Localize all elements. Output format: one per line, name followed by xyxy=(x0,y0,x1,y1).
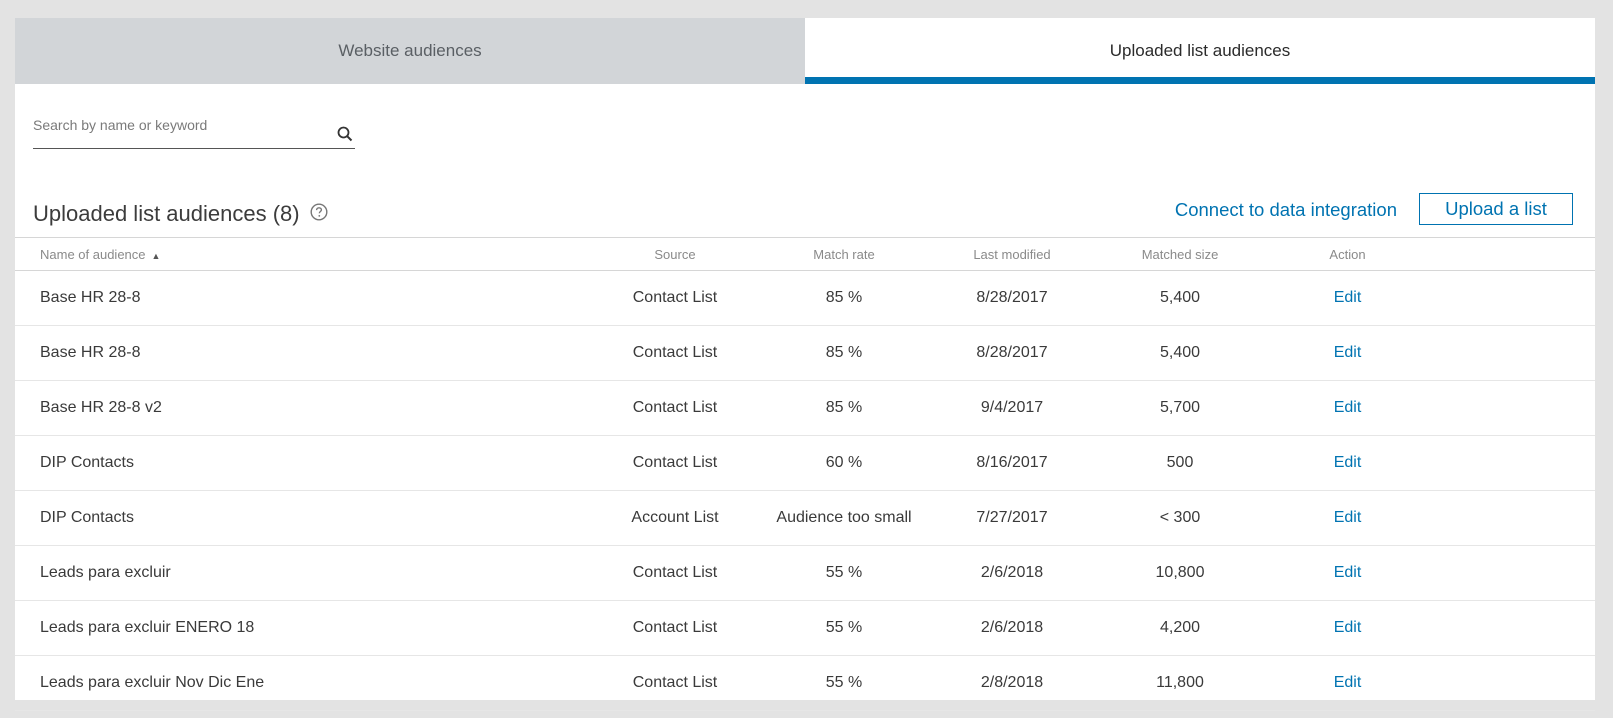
audience-source: Contact List xyxy=(600,325,750,381)
audience-match-rate: 60 % xyxy=(750,435,938,491)
search-icon[interactable] xyxy=(337,126,353,147)
audience-matched-size: 4,200 xyxy=(1086,600,1274,656)
audience-match-rate: 55 % xyxy=(750,600,938,656)
edit-link[interactable]: Edit xyxy=(1274,325,1421,381)
audience-last-modified: 8/28/2017 xyxy=(938,325,1086,381)
audience-matched-size: 5,400 xyxy=(1086,325,1274,381)
edit-link[interactable]: Edit xyxy=(1274,435,1421,491)
audience-name: DIP Contacts xyxy=(15,435,600,491)
column-header-matched-size[interactable]: Matched size xyxy=(1086,237,1274,271)
audience-last-modified: 7/27/2017 xyxy=(938,490,1086,546)
audience-source: Contact List xyxy=(600,600,750,656)
audience-source: Account List xyxy=(600,490,750,546)
audience-last-modified: 8/28/2017 xyxy=(938,270,1086,326)
audience-matched-size: < 300 xyxy=(1086,490,1274,546)
audience-name: Leads para excluir ENERO 18 xyxy=(15,600,600,656)
audience-matched-size: 500 xyxy=(1086,435,1274,491)
audience-matched-size: 11,800 xyxy=(1086,655,1274,711)
audience-match-rate: 85 % xyxy=(750,270,938,326)
audience-name: Base HR 28-8 v2 xyxy=(15,380,600,436)
edit-link[interactable]: Edit xyxy=(1274,600,1421,656)
audience-name: Base HR 28-8 xyxy=(15,325,600,381)
edit-link[interactable]: Edit xyxy=(1274,655,1421,711)
table-row: Leads para excluir ENERO 18 Contact List… xyxy=(15,600,1595,656)
audience-last-modified: 2/6/2018 xyxy=(938,545,1086,601)
audiences-panel: Website audiences Uploaded list audience… xyxy=(15,18,1595,711)
connect-data-integration-link[interactable]: Connect to data integration xyxy=(1175,199,1397,221)
column-spacer xyxy=(1421,237,1595,271)
page-title: Uploaded list audiences (8) xyxy=(33,201,300,226)
row-spacer xyxy=(1421,655,1595,711)
edit-link[interactable]: Edit xyxy=(1274,545,1421,601)
audience-source: Contact List xyxy=(600,270,750,326)
section-heading: Uploaded list audiences (8) xyxy=(33,201,328,227)
tab-bar: Website audiences Uploaded list audience… xyxy=(15,18,1595,84)
audience-last-modified: 9/4/2017 xyxy=(938,380,1086,436)
audience-name: Leads para excluir xyxy=(15,545,600,601)
row-spacer xyxy=(1421,545,1595,601)
column-header-last-modified[interactable]: Last modified xyxy=(938,237,1086,271)
audience-last-modified: 2/6/2018 xyxy=(938,600,1086,656)
column-header-name[interactable]: Name of audience ▲ xyxy=(15,237,600,271)
row-spacer xyxy=(1421,325,1595,381)
audience-source: Contact List xyxy=(600,380,750,436)
edit-link[interactable]: Edit xyxy=(1274,270,1421,326)
audience-match-rate: 85 % xyxy=(750,380,938,436)
question-circle-icon[interactable] xyxy=(310,201,328,227)
audiences-table: Name of audience ▲ Source Match rate Last… xyxy=(15,237,1595,711)
audience-matched-size: 10,800 xyxy=(1086,545,1274,601)
table-row: Base HR 28-8 v2 Contact List 85 % 9/4/20… xyxy=(15,380,1595,436)
sort-ascending-icon: ▲ xyxy=(151,250,161,261)
table-header-row: Name of audience ▲ Source Match rate Last… xyxy=(15,237,1595,271)
audience-matched-size: 5,700 xyxy=(1086,380,1274,436)
row-spacer xyxy=(1421,490,1595,546)
audience-name: DIP Contacts xyxy=(15,490,600,546)
table-row: DIP Contacts Contact List 60 % 8/16/2017… xyxy=(15,435,1595,491)
audience-matched-size: 5,400 xyxy=(1086,270,1274,326)
edit-link[interactable]: Edit xyxy=(1274,490,1421,546)
table-row: Leads para excluir Nov Dic Ene Contact L… xyxy=(15,655,1595,711)
table-row: Base HR 28-8 Contact List 85 % 8/28/2017… xyxy=(15,325,1595,381)
column-header-match-rate[interactable]: Match rate xyxy=(750,237,938,271)
audience-last-modified: 2/8/2018 xyxy=(938,655,1086,711)
column-header-action: Action xyxy=(1274,237,1421,271)
row-spacer xyxy=(1421,600,1595,656)
audience-match-rate: Audience too small xyxy=(750,490,938,546)
search-field xyxy=(33,112,355,149)
table-row: Base HR 28-8 Contact List 85 % 8/28/2017… xyxy=(15,270,1595,326)
upload-list-button[interactable]: Upload a list xyxy=(1419,193,1573,225)
row-spacer xyxy=(1421,435,1595,491)
audience-source: Contact List xyxy=(600,435,750,491)
column-header-source[interactable]: Source xyxy=(600,237,750,271)
tab-website-audiences[interactable]: Website audiences xyxy=(15,18,805,84)
audience-match-rate: 85 % xyxy=(750,325,938,381)
audience-name: Base HR 28-8 xyxy=(15,270,600,326)
edit-link[interactable]: Edit xyxy=(1274,380,1421,436)
audience-source: Contact List xyxy=(600,545,750,601)
audience-last-modified: 8/16/2017 xyxy=(938,435,1086,491)
tab-uploaded-list-audiences[interactable]: Uploaded list audiences xyxy=(805,18,1595,84)
search-input[interactable] xyxy=(33,114,313,136)
table-row: Leads para excluir Contact List 55 % 2/6… xyxy=(15,545,1595,601)
audience-name: Leads para excluir Nov Dic Ene xyxy=(15,655,600,711)
table-row: DIP Contacts Account List Audience too s… xyxy=(15,490,1595,546)
audience-source: Contact List xyxy=(600,655,750,711)
audience-match-rate: 55 % xyxy=(750,545,938,601)
audience-match-rate: 55 % xyxy=(750,655,938,711)
row-spacer xyxy=(1421,380,1595,436)
row-spacer xyxy=(1421,270,1595,326)
